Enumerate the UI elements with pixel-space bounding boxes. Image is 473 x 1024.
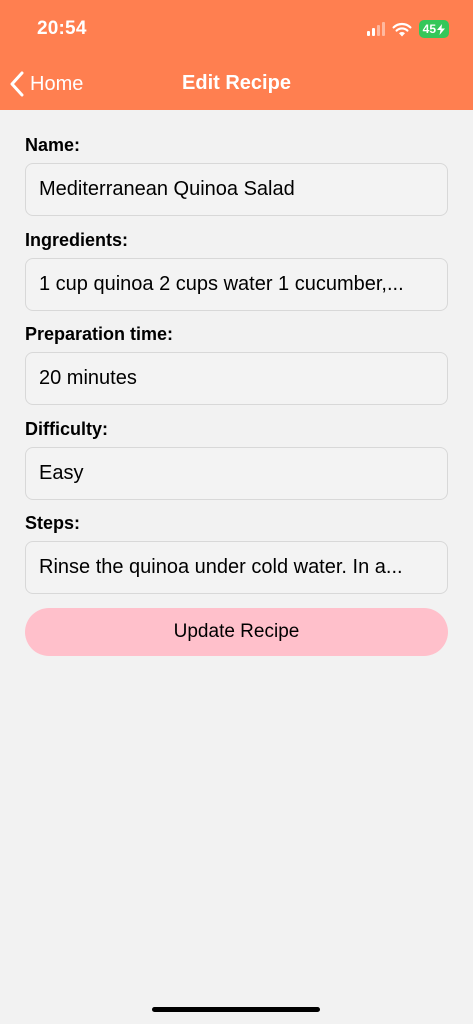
preparation-time-field-group: Preparation time: 20 minutes (25, 322, 448, 405)
edit-recipe-screen: 20:54 45 Home Edit Recipe Name: Mediterr… (0, 0, 473, 1024)
charging-bolt-icon (437, 23, 445, 35)
status-time: 20:54 (37, 18, 87, 39)
battery-level: 45 (422, 22, 436, 36)
update-recipe-button[interactable]: Update Recipe (25, 608, 448, 656)
battery-icon: 45 (418, 20, 449, 38)
header: 20:54 45 Home Edit Recipe (0, 0, 473, 110)
ingredients-input[interactable]: 1 cup quinoa 2 cups water 1 cucumber,... (25, 258, 448, 311)
ingredients-label: Ingredients: (25, 230, 129, 250)
preparation-time-label: Preparation time: (25, 324, 174, 344)
name-field-group: Name: Mediterranean Quinoa Salad (25, 133, 448, 216)
name-input[interactable]: Mediterranean Quinoa Salad (25, 163, 448, 216)
steps-input[interactable]: Rinse the quinoa under cold water. In a.… (25, 541, 448, 594)
wifi-icon (392, 22, 412, 36)
status-icons: 45 (366, 20, 449, 38)
ingredients-field-group: Ingredients: 1 cup quinoa 2 cups water 1… (25, 228, 448, 311)
page-title: Edit Recipe (182, 72, 291, 94)
difficulty-field-group: Difficulty: Easy (25, 417, 448, 500)
difficulty-input[interactable]: Easy (25, 447, 448, 500)
steps-field-group: Steps: Rinse the quinoa under cold water… (25, 511, 448, 594)
preparation-time-input[interactable]: 20 minutes (25, 352, 448, 405)
difficulty-label: Difficulty: (25, 419, 108, 439)
name-label: Name: (25, 135, 81, 155)
steps-label: Steps: (25, 513, 81, 533)
cellular-signal-icon (366, 22, 385, 36)
home-indicator[interactable] (152, 1007, 320, 1012)
